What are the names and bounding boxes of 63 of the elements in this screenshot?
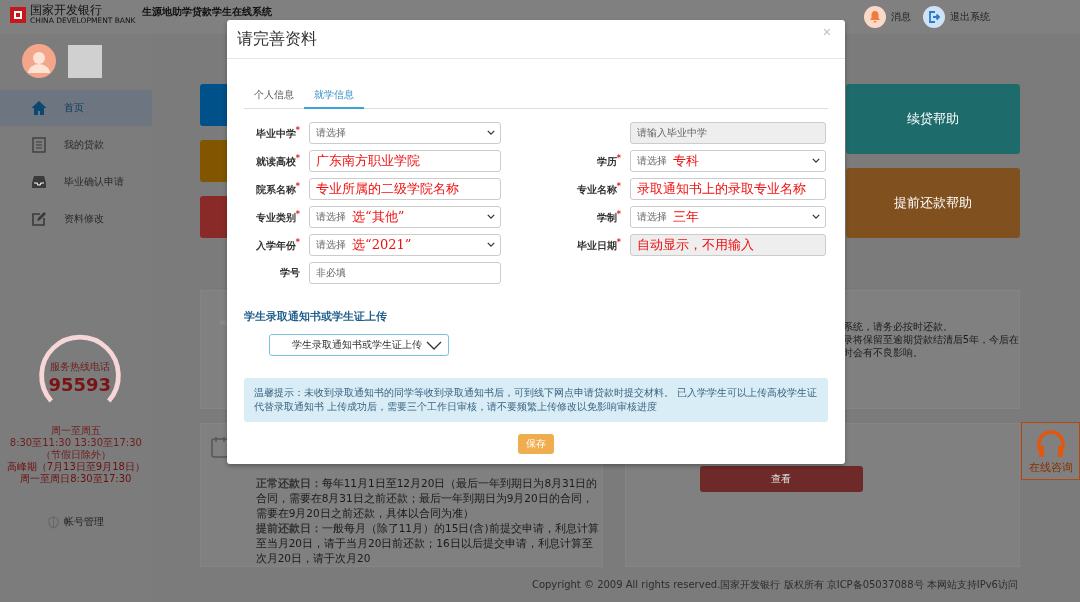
copyright-text: Copyright © 2009 All rights reserved.国家开发银行 版权所有 京ICP备05037088号 本网站支持IPv6访问 xyxy=(530,578,1019,592)
bell-icon[interactable] xyxy=(864,6,886,28)
field-label: 毕业日期$^{*}$ xyxy=(576,239,621,251)
select-field[interactable]: 请选择 xyxy=(309,122,501,144)
account-link[interactable]: 帐号管理 xyxy=(63,515,104,529)
view-button[interactable]: 查看 xyxy=(699,466,863,492)
field-label: 学历$^{*}$ xyxy=(596,155,621,167)
input-field[interactable]: 专业所属的二级学院名称 xyxy=(309,178,501,200)
field-label: 专业类别$^{*}$ xyxy=(255,211,300,223)
service-hours: 8:30至11:30 13:30至17:30 xyxy=(9,437,142,449)
sidebar-item[interactable]: 资料修改 xyxy=(0,201,152,237)
header-link[interactable]: 退出系统 xyxy=(950,10,990,24)
chevron-down-icon xyxy=(487,242,495,247)
document-icon xyxy=(31,137,47,153)
shortcut-tile[interactable]: 提前还款帮助 xyxy=(846,168,1020,238)
system-title: 生源地助学贷款学生在线系统 xyxy=(141,5,272,19)
field-label: 学制$^{*}$ xyxy=(596,211,621,223)
bank-name: 国家开发银行 xyxy=(30,4,103,17)
field-label: 入学年份$^{*}$ xyxy=(255,239,300,251)
select-field[interactable]: 请选择 三年 xyxy=(630,206,826,228)
peak-hours: 高峰期（7月13日至9月18日） xyxy=(6,461,145,473)
sidebar-item[interactable]: 首页 xyxy=(0,90,152,126)
header-link[interactable]: 消息 xyxy=(891,10,911,24)
home-icon xyxy=(31,100,47,116)
chevron-down-icon xyxy=(487,130,495,135)
input-field[interactable]: 广东南方职业学院 xyxy=(309,150,501,172)
name-box xyxy=(68,44,102,78)
dialog-title: 请完善资料 xyxy=(237,28,317,50)
chevron-down-icon xyxy=(426,340,442,350)
tip-alert: 温馨提示：未收到录取通知书的同学等收到录取通知书后，可到线下网点申请贷款时提交材料。 已入学学生可以上传高校学生证代替录取通知书 上传成功后，需要三个工作日审核，请不要频繁上传修改以免影响审核进度 xyxy=(244,378,828,422)
calendar-icon xyxy=(210,436,229,458)
field-label: 院系名称$^{*}$ xyxy=(255,183,300,195)
select-field[interactable]: 请选择 选“2021” xyxy=(309,234,501,256)
select-field[interactable]: 请选择 选“其他” xyxy=(309,206,501,228)
field-label: 毕业中学$^{*}$ xyxy=(255,127,300,139)
notice-text: 系统，请务必按时还款。 xyxy=(842,320,954,333)
shortcut-tile[interactable]: 续贷帮助 xyxy=(846,84,1020,154)
hotline-title: 服务热线电话 xyxy=(49,359,110,374)
repayment-text: 正常还款日：每年11月1日至12月20日（最后一年到期日为8月31日的合同，需要在8月31日之前还款；最后一年到期日为9月20日的合同，需要在9月20日之前还款，具体以合同为准） xyxy=(255,476,599,521)
repayment-text: 提前还款日：一般每月（除了11月）的15日(含)前提交申请，利息计算至当月20日，请于当月20日前还款；16日以后提交申请，利息计算至次月20日，请于次月20 xyxy=(255,521,600,566)
edit-icon xyxy=(31,211,47,227)
sidebar-item[interactable]: 毕业确认申请 xyxy=(0,164,152,200)
sidebar-item[interactable]: 我的贷款 xyxy=(0,127,152,163)
tab[interactable]: 个人信息 xyxy=(244,83,304,109)
logout-icon[interactable] xyxy=(923,6,945,28)
bank-logo-icon xyxy=(10,6,26,23)
chevron-down-icon xyxy=(812,158,820,163)
input-field[interactable]: 录取通知书上的录取专业名称 xyxy=(630,178,826,200)
field-label: 就读高校$^{*}$ xyxy=(255,155,300,167)
avatar-icon xyxy=(22,44,56,78)
chevron-down-icon xyxy=(812,214,820,219)
chevron-down-icon xyxy=(487,214,495,219)
upload-section-title: 学生录取通知书或学生证上传 xyxy=(244,310,388,324)
hotline-number: 95593 xyxy=(48,373,112,395)
select-field[interactable]: 请选择 专科 xyxy=(630,150,826,172)
field-label: 专业名称$^{*}$ xyxy=(576,183,621,195)
inbox-icon xyxy=(31,174,47,190)
headphones-icon xyxy=(1034,427,1067,458)
service-hours: （节假日除外） xyxy=(40,449,111,461)
input-field[interactable]: 非必填 xyxy=(309,262,501,284)
field-label: 学号 xyxy=(280,267,300,278)
tab[interactable]: 就学信息 xyxy=(304,83,364,109)
upload-button[interactable]: 学生录取通知书或学生证上传 xyxy=(269,334,449,356)
